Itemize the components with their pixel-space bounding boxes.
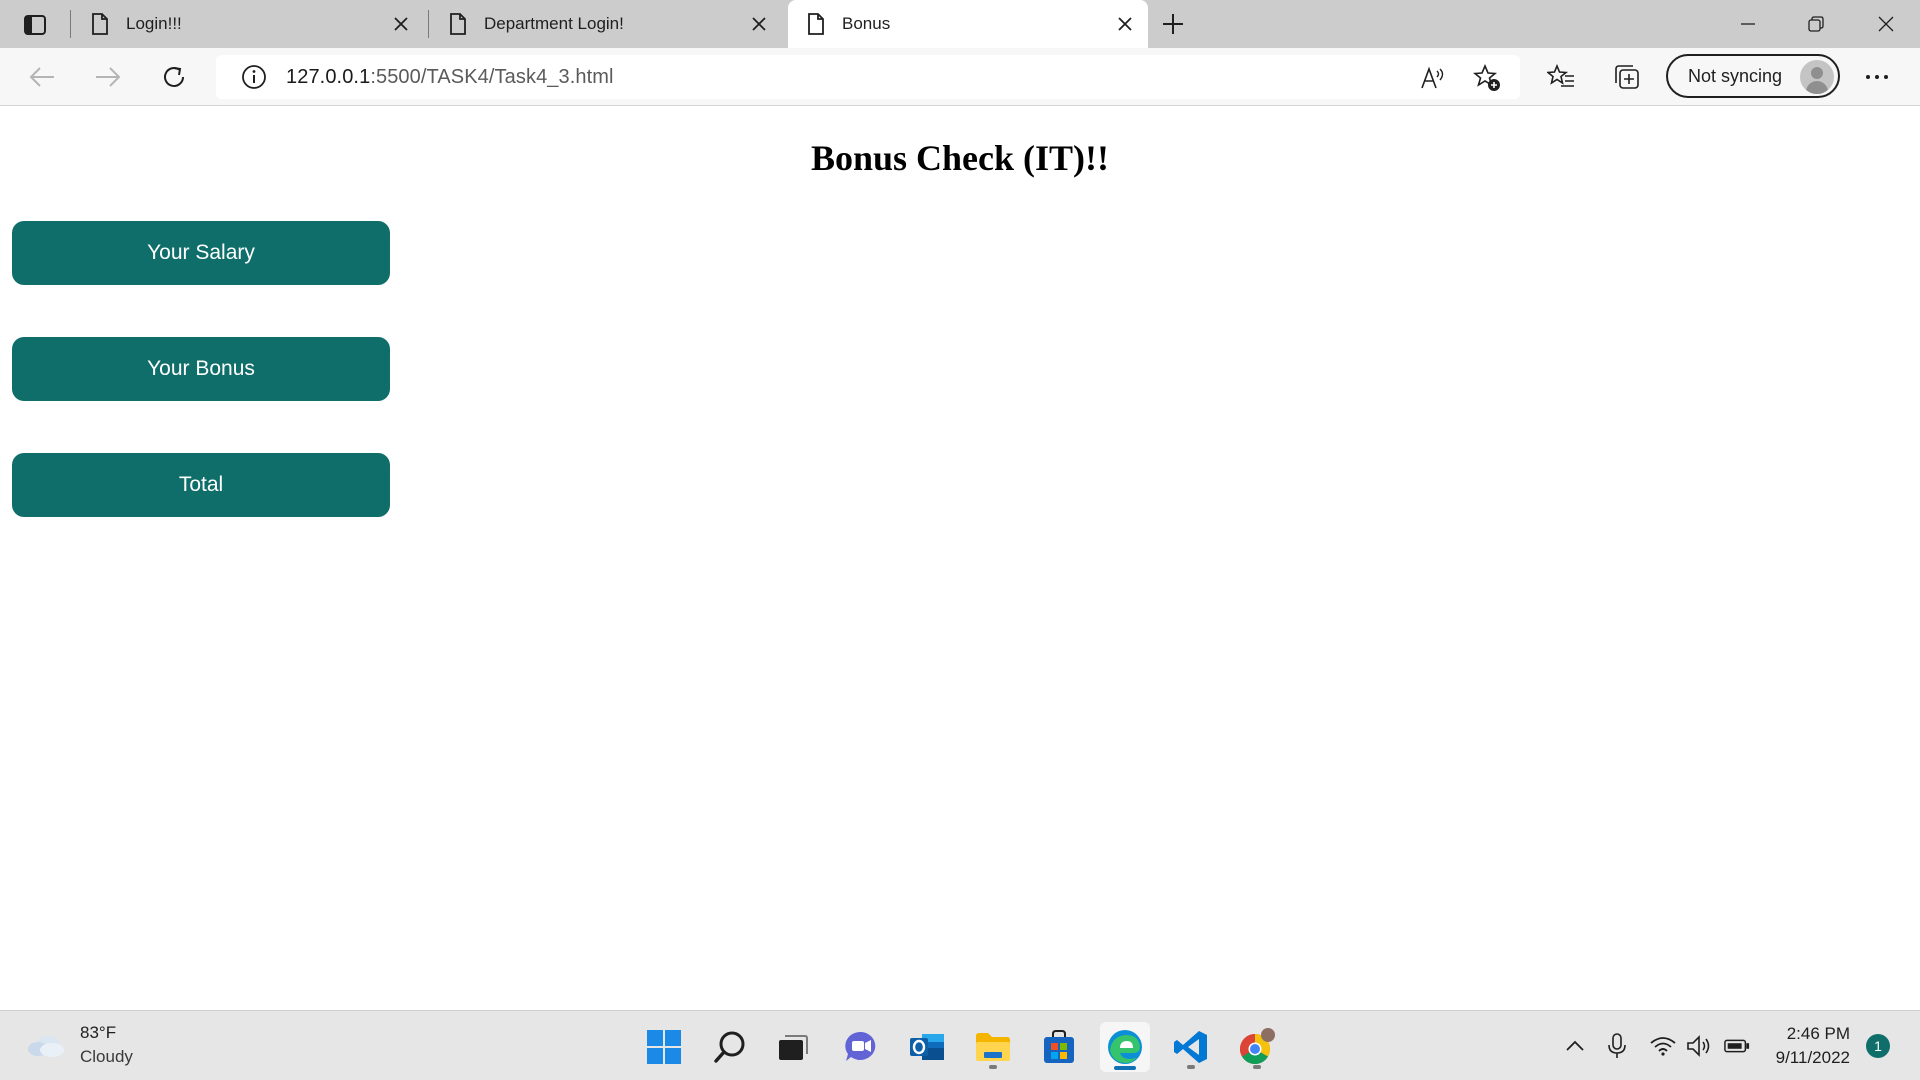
store-icon [1044,1030,1074,1063]
web-page: Bonus Check (IT)!! Your Salary Your Bonu… [0,107,1920,1010]
wifi-icon[interactable] [1650,1033,1676,1059]
search-icon [714,1031,745,1063]
page-title: Bonus Check (IT)!! [810,138,1110,178]
cloud-icon [28,1036,64,1057]
weather-condition: Cloudy [80,1047,133,1066]
chrome-icon [1239,1028,1275,1065]
clock-date: 9/11/2022 [1775,1048,1850,1067]
minimize-button[interactable] [1714,0,1782,48]
new-tab-button[interactable] [1156,8,1190,40]
weather-temperature: 83°F [80,1023,117,1042]
document-icon [92,13,108,35]
chrome-button[interactable] [1232,1022,1282,1072]
document-icon [450,13,466,35]
microphone-icon[interactable] [1604,1033,1630,1059]
vscode-icon [1174,1031,1207,1063]
plus-icon [1163,14,1183,34]
file-explorer-icon [976,1033,1010,1061]
task-view-button[interactable] [768,1022,818,1072]
close-tab-icon[interactable] [388,11,414,37]
minimize-icon [1741,23,1755,25]
tab-strip: Login!!! Department Login! Bonus [0,0,1920,48]
show-hidden-icons-button[interactable] [1562,1033,1588,1059]
back-arrow-icon [29,67,54,87]
outlook-button[interactable] [902,1022,952,1072]
url-text: 127.0.0.1:5500/TASK4/Task4_3.html [286,66,614,89]
running-indicator [1253,1065,1261,1069]
tab-separator [70,10,71,38]
sync-status-label: Not syncing [1688,65,1783,86]
site-info-icon[interactable] [240,63,268,91]
close-tab-icon[interactable] [1112,11,1138,37]
tab-actions-button[interactable] [18,10,52,40]
task-view-icon [779,1035,808,1060]
start-icon [647,1030,681,1064]
running-indicator [989,1065,997,1069]
url-path: :5500/TASK4/Task4_3.html [370,65,614,88]
battery-icon[interactable] [1724,1033,1750,1059]
search-button[interactable] [705,1022,755,1072]
close-window-button[interactable] [1852,0,1920,48]
forward-button[interactable] [88,57,128,97]
your-bonus-button[interactable]: Your Bonus [12,337,390,401]
tab-department-login[interactable]: Department Login! [430,0,782,48]
avatar [1800,60,1834,94]
vscode-button[interactable] [1166,1022,1216,1072]
volume-icon[interactable] [1686,1033,1712,1059]
system-clock[interactable]: 2:46 PM 9/11/2022 [1764,1022,1850,1070]
tab-login[interactable]: Login!!! [72,0,424,48]
add-favorite-icon[interactable] [1472,63,1502,93]
tab-label: Login!!! [126,14,182,33]
more-menu-icon[interactable] [1862,62,1892,92]
tab-label: Department Login! [484,14,624,33]
edge-icon [1108,1030,1142,1064]
address-bar[interactable]: 127.0.0.1:5500/TASK4/Task4_3.html [216,55,1520,99]
refresh-button[interactable] [154,57,194,97]
edge-button[interactable] [1100,1022,1150,1072]
chevron-up-icon [1566,1040,1584,1051]
file-explorer-button[interactable] [968,1022,1018,1072]
your-salary-button[interactable]: Your Salary [12,221,390,285]
chat-icon [845,1031,876,1061]
store-button[interactable] [1034,1022,1084,1072]
taskbar: 83°F Cloudy 2:46 PM 9/11/2022 1 [0,1010,1920,1080]
chat-button[interactable] [836,1022,886,1072]
favorites-icon[interactable] [1546,62,1576,92]
tab-separator [428,10,429,38]
tab-bonus[interactable]: Bonus [788,0,1148,48]
collections-icon[interactable] [1612,62,1642,92]
refresh-icon [164,67,184,87]
browser-toolbar: 127.0.0.1:5500/TASK4/Task4_3.html Not sy… [0,48,1920,106]
clock-time: 2:46 PM [1786,1024,1850,1043]
outlook-icon [910,1034,944,1060]
close-icon [1878,16,1894,32]
tab-label: Bonus [842,14,891,33]
profile-button[interactable]: Not syncing [1666,54,1840,98]
running-indicator [1187,1065,1195,1069]
url-host: 127.0.0.1 [286,65,371,88]
weather-widget[interactable]: 83°F Cloudy [26,1021,133,1069]
document-icon [808,13,824,35]
back-button[interactable] [22,57,62,97]
total-button[interactable]: Total [12,453,390,517]
restore-button[interactable] [1782,0,1850,48]
forward-arrow-icon [96,67,121,87]
close-tab-icon[interactable] [746,11,772,37]
active-indicator [1114,1066,1136,1070]
read-aloud-icon[interactable] [1418,63,1448,93]
restore-icon [1808,16,1824,32]
notification-badge[interactable]: 1 [1866,1034,1890,1058]
tab-actions-icon [24,15,46,35]
start-button[interactable] [639,1022,689,1072]
